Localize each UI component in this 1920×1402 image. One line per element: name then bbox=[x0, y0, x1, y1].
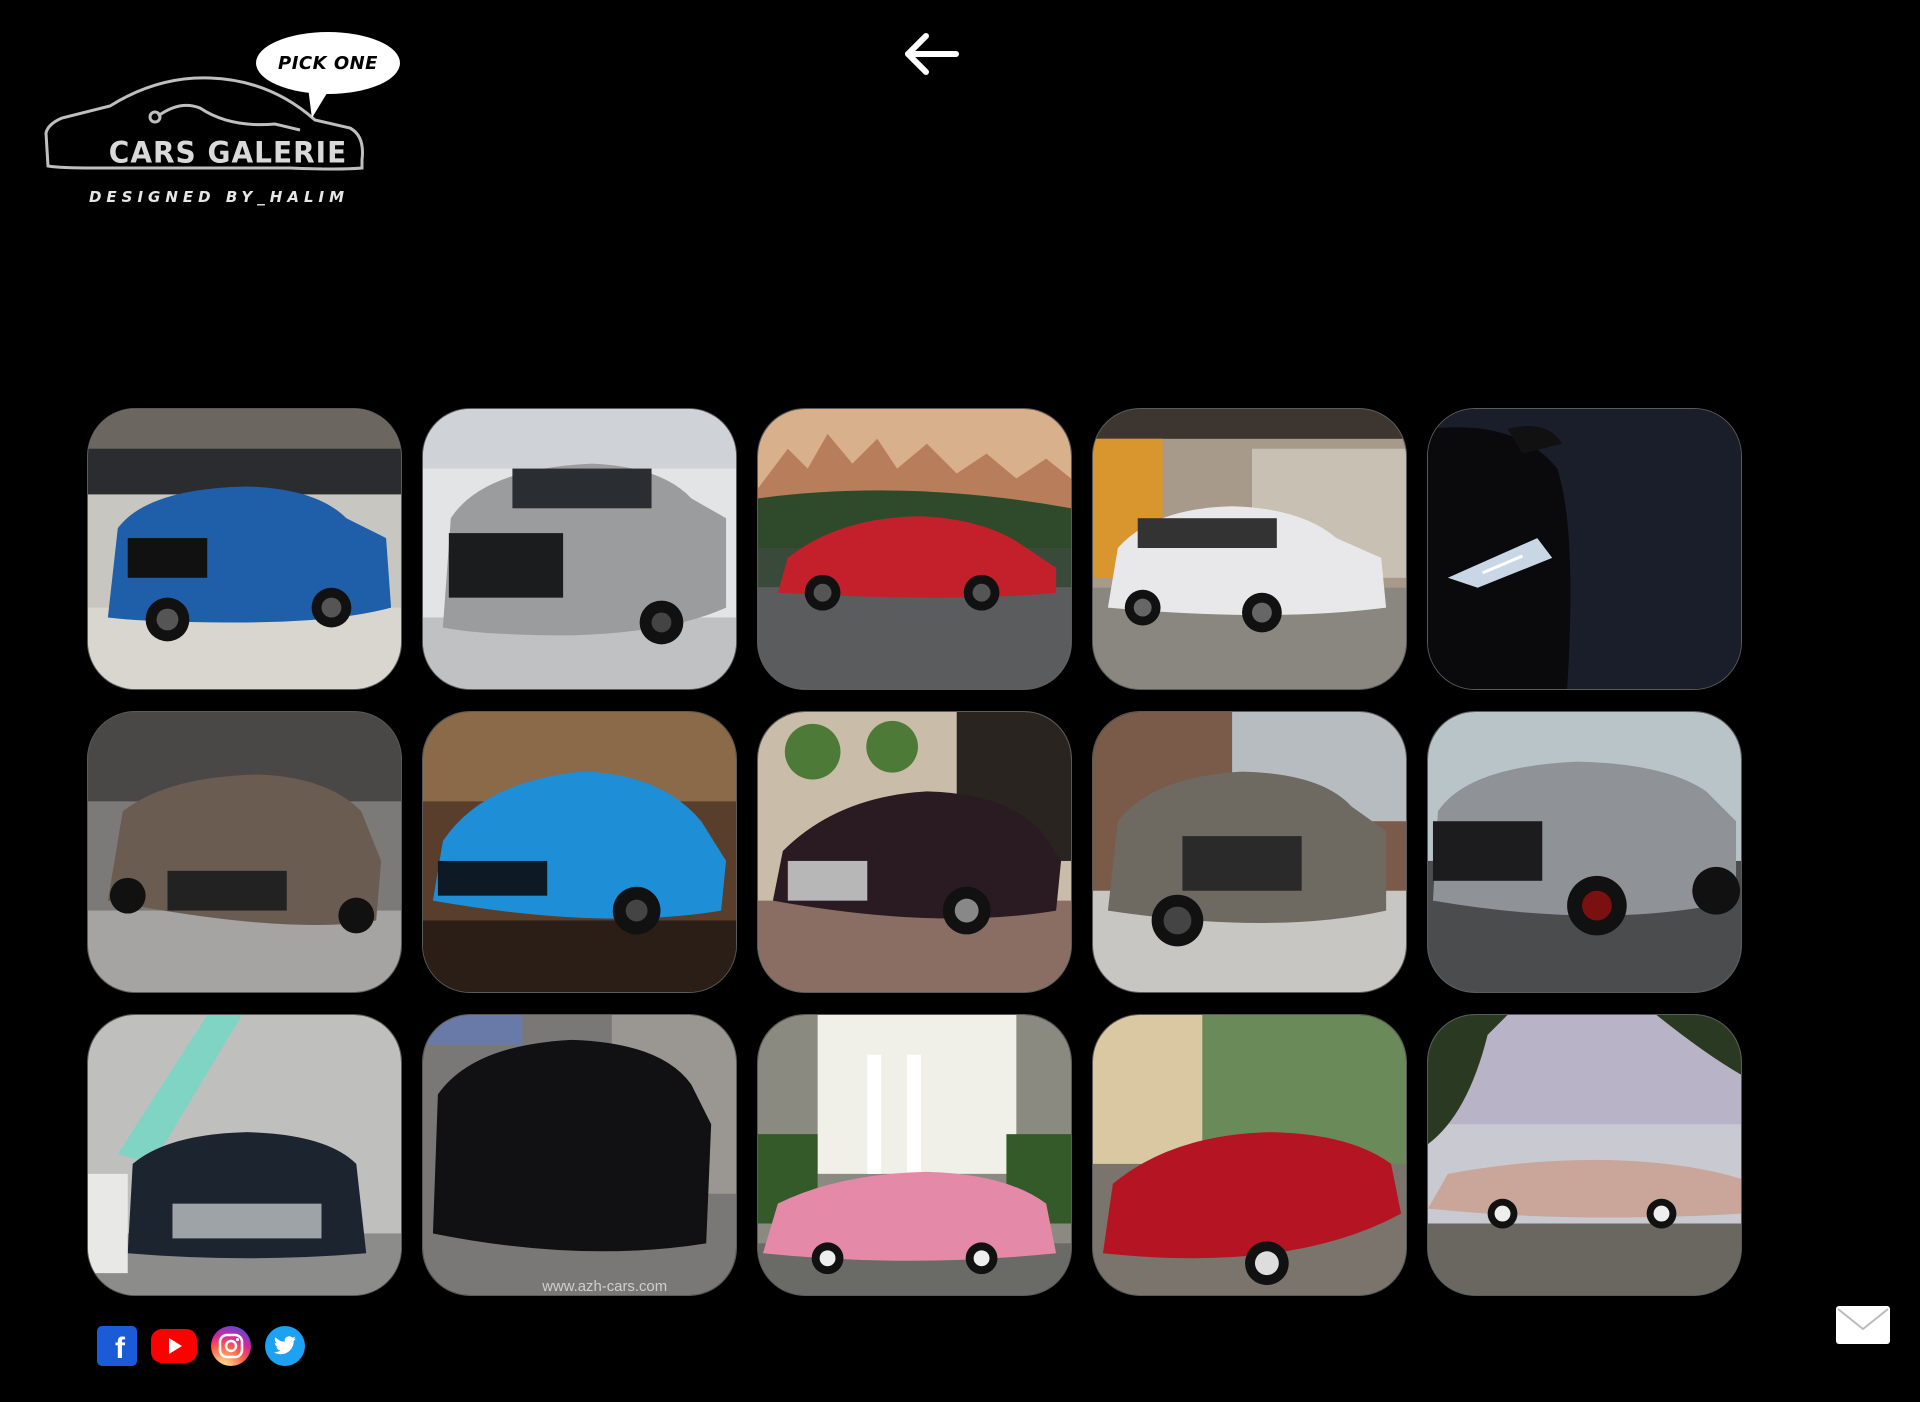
car-card[interactable] bbox=[422, 711, 737, 993]
logo-title: CARS GALERIE bbox=[108, 135, 348, 170]
arrow-left-icon bbox=[905, 33, 959, 75]
youtube-icon[interactable] bbox=[151, 1329, 197, 1363]
car-card[interactable] bbox=[757, 408, 1072, 690]
car-card[interactable] bbox=[757, 711, 1072, 993]
car-photo bbox=[88, 409, 401, 689]
speech-bubble: PICK ONE bbox=[256, 32, 400, 94]
back-button[interactable] bbox=[900, 30, 960, 80]
car-photo bbox=[758, 712, 1071, 992]
social-links: f bbox=[97, 1326, 305, 1366]
car-card[interactable] bbox=[1427, 711, 1742, 993]
car-photo bbox=[758, 1015, 1071, 1295]
car-photo bbox=[423, 409, 736, 689]
car-card[interactable] bbox=[1092, 1014, 1407, 1296]
car-card[interactable] bbox=[87, 711, 402, 993]
logo-tagline: DESIGNED BY_HALIM bbox=[88, 188, 350, 206]
site-logo[interactable]: PICK ONE CARS GALERIE DESIGNED BY_HALIM bbox=[40, 28, 400, 213]
facebook-icon[interactable]: f bbox=[97, 1326, 137, 1366]
car-card[interactable] bbox=[87, 1014, 402, 1296]
bubble-text: PICK ONE bbox=[278, 52, 378, 74]
car-gallery: www.azh-cars.com bbox=[87, 408, 1742, 1296]
car-photo bbox=[1428, 1015, 1741, 1295]
camera-icon bbox=[218, 1333, 244, 1359]
facebook-glyph: f bbox=[115, 1332, 125, 1365]
car-photo bbox=[88, 712, 401, 992]
car-card[interactable] bbox=[757, 1014, 1072, 1296]
car-photo bbox=[1093, 1015, 1406, 1295]
car-card[interactable] bbox=[422, 408, 737, 690]
envelope-icon bbox=[1836, 1306, 1890, 1344]
twitter-icon[interactable] bbox=[265, 1326, 305, 1366]
car-card[interactable]: www.azh-cars.com bbox=[422, 1014, 737, 1296]
car-photo: www.azh-cars.com bbox=[423, 1015, 736, 1295]
car-card[interactable] bbox=[1427, 408, 1742, 690]
bird-icon bbox=[274, 1336, 296, 1355]
play-icon bbox=[169, 1338, 182, 1354]
car-photo bbox=[758, 409, 1071, 689]
mail-icon[interactable] bbox=[1835, 1305, 1891, 1345]
car-card[interactable] bbox=[1427, 1014, 1742, 1296]
car-photo bbox=[1093, 409, 1406, 689]
car-photo bbox=[1428, 409, 1741, 689]
car-photo bbox=[1093, 712, 1406, 992]
speech-bubble-tail bbox=[303, 88, 331, 118]
car-photo bbox=[88, 1015, 401, 1295]
car-card[interactable] bbox=[1092, 711, 1407, 993]
instagram-icon[interactable] bbox=[211, 1326, 251, 1366]
car-card[interactable] bbox=[1092, 408, 1407, 690]
car-photo bbox=[1428, 712, 1741, 992]
watermark-text: www.azh-cars.com bbox=[541, 1279, 667, 1295]
car-card[interactable] bbox=[87, 408, 402, 690]
car-photo bbox=[423, 712, 736, 992]
